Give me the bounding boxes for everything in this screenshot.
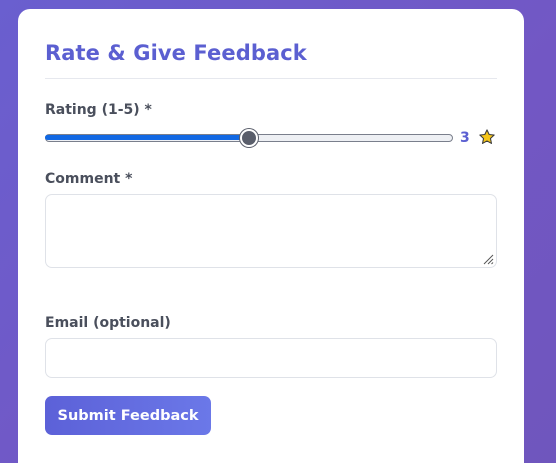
slider-thumb[interactable] <box>240 129 258 147</box>
slider-fill <box>45 135 249 140</box>
resize-grip-icon[interactable] <box>482 253 494 265</box>
title-divider <box>45 78 497 79</box>
star-icon <box>479 129 495 144</box>
email-label: Email (optional) <box>45 315 171 331</box>
rating-value: 3 <box>460 130 470 146</box>
email-input[interactable] <box>45 338 497 378</box>
comment-textarea[interactable] <box>45 194 497 268</box>
comment-label: Comment * <box>45 171 133 187</box>
submit-feedback-button[interactable]: Submit Feedback <box>45 396 211 435</box>
feedback-card: Rate & Give Feedback Rating (1-5) * 3 Co… <box>18 9 524 463</box>
rating-slider[interactable] <box>45 129 453 147</box>
rating-label: Rating (1-5) * <box>45 102 152 118</box>
form-title: Rate & Give Feedback <box>45 41 307 65</box>
